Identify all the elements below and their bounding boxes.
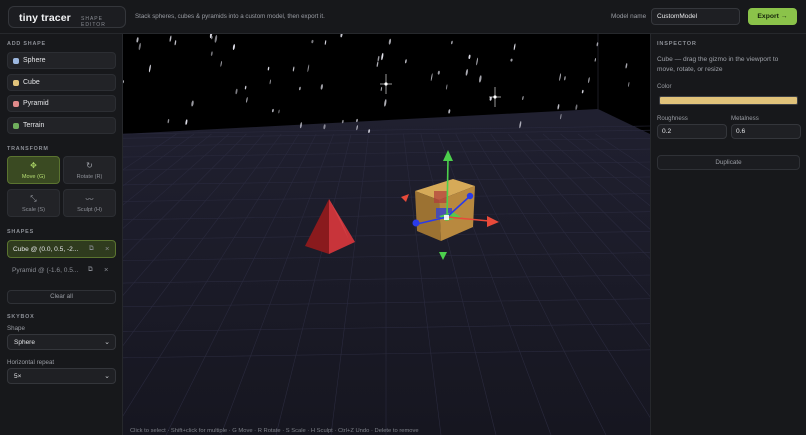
chevron-down-icon: ⌄ xyxy=(104,373,110,380)
sphere-swatch-icon xyxy=(13,58,19,64)
tagline: Stack spheres, cubes & pyramids into a c… xyxy=(135,13,325,20)
model-name-label: Model name xyxy=(611,13,647,20)
metalness-input[interactable]: 0.6 xyxy=(731,124,801,139)
roughness-input[interactable]: 0.2 xyxy=(657,124,727,139)
shape-list-item-label: Cube @ (0.0, 0.5, -2... xyxy=(13,246,79,253)
shape-list-item-label: Pyramid @ (-1.6, 0.5... xyxy=(12,267,79,274)
move-icon: ✥ xyxy=(30,161,37,170)
add-terrain-button[interactable]: Terrain xyxy=(7,117,116,134)
model-name-input[interactable]: CustomModel xyxy=(651,8,740,25)
brand-title: tiny tracer xyxy=(19,12,71,24)
gizmo-plane-yz[interactable] xyxy=(434,191,447,203)
add-sphere-label: Sphere xyxy=(23,57,46,64)
duplicate-icon[interactable]: ⧉ xyxy=(89,245,94,253)
clear-all-button[interactable]: Clear all xyxy=(7,290,116,304)
close-icon[interactable]: × xyxy=(105,244,109,253)
cube-swatch-icon xyxy=(13,80,19,86)
duplicate-icon[interactable]: ⧉ xyxy=(88,266,93,274)
skybox-shape-select[interactable]: Sphere ⌄ xyxy=(7,334,116,350)
add-pyramid-button[interactable]: Pyramid xyxy=(7,95,116,112)
export-button[interactable]: Export → xyxy=(748,8,797,25)
transform-heading: TRANSFORM xyxy=(7,146,49,152)
tool-rotate[interactable]: ↻ Rotate (R) xyxy=(63,156,116,184)
horizontal-repeat-select[interactable]: 5× ⌄ xyxy=(7,368,116,384)
skybox-shape-value: Sphere xyxy=(14,339,35,346)
gizmo-z-handle-2[interactable] xyxy=(466,192,474,200)
chevron-down-icon: ⌄ xyxy=(104,339,110,346)
metalness-label: Metalness xyxy=(731,115,759,122)
tool-move-label: Move (G) xyxy=(21,174,46,180)
tool-rotate-label: Rotate (R) xyxy=(76,174,103,180)
add-sphere-button[interactable]: Sphere xyxy=(7,52,116,69)
horizontal-repeat-label: Horizontal repeat xyxy=(7,359,55,366)
top-bar: tiny tracer SHAPE EDITOR Stack spheres, … xyxy=(0,0,806,34)
tool-scale-label: Scale (S) xyxy=(21,207,45,213)
tool-sculpt[interactable]: 〰 Sculpt (H) xyxy=(63,189,116,217)
close-icon[interactable]: × xyxy=(104,265,108,274)
shape-list-item-cube[interactable]: Cube @ (0.0, 0.5, -2... ⧉ × xyxy=(7,240,116,258)
skybox-shape-label: Shape xyxy=(7,325,25,332)
brand-subtitle: SHAPE EDITOR xyxy=(81,16,106,28)
color-picker[interactable] xyxy=(659,96,798,105)
keyboard-hint: Click to select · Shift+click for multip… xyxy=(130,428,419,434)
inspector-description: Cube — drag the gizmo in the viewport to… xyxy=(657,56,779,73)
add-shape-heading: ADD SHAPE xyxy=(7,41,46,47)
add-cube-label: Cube xyxy=(23,79,40,86)
shape-list-item-pyramid[interactable]: Pyramid @ (-1.6, 0.5... ⧉ × xyxy=(7,262,116,280)
left-sidebar: ADD SHAPE Sphere Cube Pyramid Terrain TR… xyxy=(0,34,123,435)
roughness-label: Roughness xyxy=(657,115,688,122)
rotate-icon: ↻ xyxy=(86,161,93,170)
skybox-heading: SKYBOX xyxy=(7,314,35,320)
tool-scale[interactable]: ⤡ Scale (S) xyxy=(7,189,60,217)
3d-viewport[interactable]: Click to select · Shift+click for multip… xyxy=(123,34,650,435)
color-label: Color xyxy=(657,83,672,90)
gizmo-z-handle[interactable] xyxy=(412,219,420,227)
add-pyramid-label: Pyramid xyxy=(23,100,49,107)
sculpt-icon: 〰 xyxy=(85,195,94,204)
horizontal-repeat-value: 5× xyxy=(14,373,22,380)
gizmo-center[interactable] xyxy=(444,215,449,220)
duplicate-button[interactable]: Duplicate xyxy=(657,155,800,170)
pyramid-swatch-icon xyxy=(13,101,19,107)
brand-logo: tiny tracer SHAPE EDITOR xyxy=(8,6,126,28)
tool-sculpt-label: Sculpt (H) xyxy=(77,207,102,213)
inspector-panel: INSPECTOR Cube — drag the gizmo in the v… xyxy=(650,34,806,435)
add-cube-button[interactable]: Cube xyxy=(7,74,116,91)
terrain-swatch-icon xyxy=(13,123,19,129)
scene-canvas[interactable] xyxy=(123,34,650,435)
scale-icon: ⤡ xyxy=(30,194,37,203)
add-terrain-label: Terrain xyxy=(23,122,45,129)
shapes-heading: SHAPES xyxy=(7,229,34,235)
inspector-title: INSPECTOR xyxy=(657,41,697,47)
tool-move[interactable]: ✥ Move (G) xyxy=(7,156,60,184)
